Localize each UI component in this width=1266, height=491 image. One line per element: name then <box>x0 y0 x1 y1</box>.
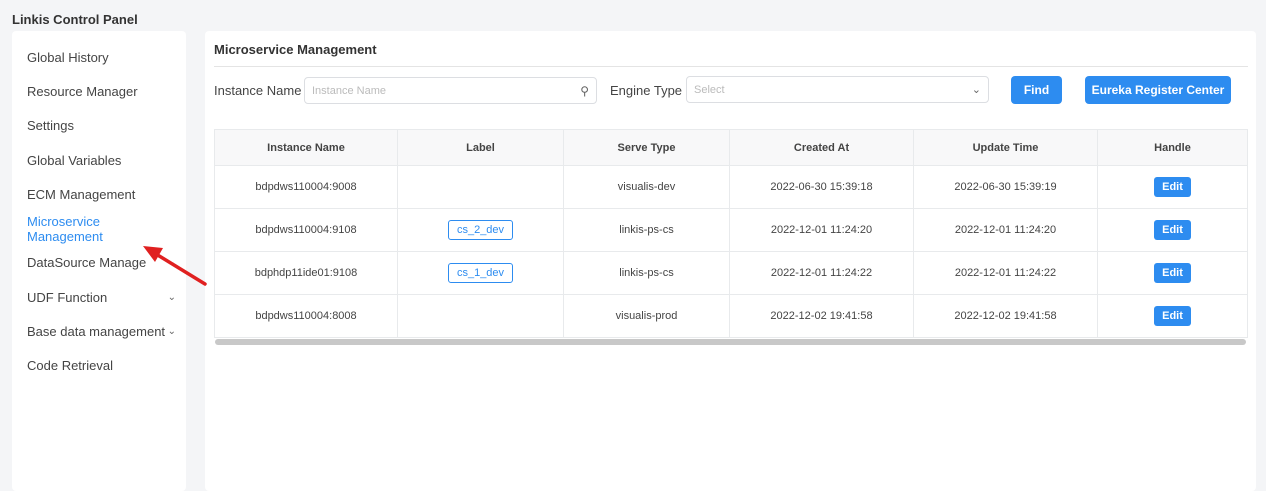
serve-type-cell: visualis-prod <box>563 294 730 338</box>
instance-name-placeholder: Instance Name <box>312 84 386 97</box>
label-cell <box>397 165 564 209</box>
label-tag: cs_1_dev <box>447 263 514 283</box>
column-header: Serve Type <box>563 129 730 166</box>
sidebar-item-microservice-management[interactable]: Microservice Management <box>12 211 186 245</box>
main-panel: Microservice Management Instance Name In… <box>205 31 1256 491</box>
update-time-cell: 2022-12-02 19:41:58 <box>913 294 1098 338</box>
label-tag: cs_2_dev <box>447 220 514 240</box>
instance-name-cell: bdpdws110004:9008 <box>214 165 398 209</box>
table-row: bdphdp11ide01:9108 cs_1_dev linkis-ps-cs… <box>214 251 1248 295</box>
label-cell: cs_2_dev <box>397 208 564 252</box>
sidebar-item-udf-function[interactable]: UDF Function ⌄ <box>12 280 186 314</box>
sidebar-item-datasource-manage[interactable]: DataSource Manage ⌄ <box>12 246 186 280</box>
table-row: bdpdws110004:8008 visualis-prod 2022-12-… <box>214 294 1248 338</box>
update-time-cell: 2022-12-01 11:24:20 <box>913 208 1098 252</box>
sidebar-item-ecm-management[interactable]: ECM Management <box>12 177 186 211</box>
eureka-register-center-button[interactable]: Eureka Register Center <box>1085 76 1231 104</box>
table-row: bdpdws110004:9108 cs_2_dev linkis-ps-cs … <box>214 208 1248 252</box>
created-at-cell: 2022-06-30 15:39:18 <box>729 165 914 209</box>
chevron-down-icon: ⌄ <box>167 291 176 303</box>
label-cell: cs_1_dev <box>397 251 564 295</box>
created-at-cell: 2022-12-01 11:24:22 <box>729 251 914 295</box>
instance-name-input[interactable]: Instance Name ⚲ <box>304 77 597 104</box>
created-at-cell: 2022-12-01 11:24:20 <box>729 208 914 252</box>
edit-button[interactable]: Edit <box>1154 306 1191 326</box>
instance-name-cell: bdphdp11ide01:9108 <box>214 251 398 295</box>
chevron-down-icon: ⌄ <box>971 84 981 96</box>
table-row: bdpdws110004:9008 visualis-dev 2022-06-3… <box>214 165 1248 209</box>
chevron-down-icon: ⌄ <box>167 326 176 338</box>
engine-type-label: Engine Type <box>610 83 683 98</box>
edit-button[interactable]: Edit <box>1154 220 1191 240</box>
serve-type-cell: visualis-dev <box>563 165 730 209</box>
sidebar-item-code-retrieval[interactable]: Code Retrieval <box>12 349 186 383</box>
sidebar-item-label: Microservice Management <box>27 213 103 244</box>
page-title: Microservice Management <box>214 42 377 57</box>
update-time-cell: 2022-06-30 15:39:19 <box>913 165 1098 209</box>
handle-cell: Edit <box>1097 251 1248 295</box>
edit-button[interactable]: Edit <box>1154 263 1191 283</box>
column-header: Created At <box>729 129 914 166</box>
serve-type-cell: linkis-ps-cs <box>563 208 730 252</box>
instance-table: Instance Name Label Serve Type Created At Up… <box>214 129 1248 338</box>
label-cell <box>397 294 564 338</box>
handle-cell: Edit <box>1097 294 1248 338</box>
sidebar-item-label: Base data management <box>27 324 166 340</box>
horizontal-scrollbar[interactable] <box>215 339 1246 345</box>
serve-type-cell: linkis-ps-cs <box>563 251 730 295</box>
chevron-down-icon: ⌄ <box>167 257 176 269</box>
app-title: Linkis Control Panel <box>12 12 138 27</box>
update-time-cell: 2022-12-01 11:24:22 <box>913 251 1098 295</box>
instance-name-cell: bdpdws110004:9108 <box>214 208 398 252</box>
engine-type-placeholder: Select <box>694 83 725 96</box>
sidebar-item-label: Settings <box>27 118 74 134</box>
created-at-cell: 2022-12-02 19:41:58 <box>729 294 914 338</box>
sidebar-item-label: Global Variables <box>27 152 122 168</box>
sidebar-item-settings[interactable]: Settings <box>12 109 186 143</box>
sidebar-item-label: UDF Function <box>27 289 108 305</box>
sidebar: Global History Resource Manager Settings Gl… <box>12 31 186 491</box>
column-header: Handle <box>1097 129 1248 166</box>
sidebar-item-global-variables[interactable]: Global Variables <box>12 143 186 177</box>
sidebar-item-global-history[interactable]: Global History <box>12 40 186 74</box>
column-header: Label <box>397 129 564 166</box>
sidebar-item-base-data-management[interactable]: Base data management ⌄ <box>12 314 186 348</box>
instance-name-label: Instance Name <box>214 83 302 98</box>
sidebar-item-label: DataSource Manage <box>27 255 147 271</box>
sidebar-item-label: Resource Manager <box>27 83 138 99</box>
edit-button[interactable]: Edit <box>1154 177 1191 197</box>
sidebar-item-label: ECM Management <box>27 186 136 202</box>
handle-cell: Edit <box>1097 208 1248 252</box>
sidebar-item-resource-manager[interactable]: Resource Manager <box>12 74 186 108</box>
instance-name-cell: bdpdws110004:8008 <box>214 294 398 338</box>
column-header: Update Time <box>913 129 1098 166</box>
sidebar-item-label: Code Retrieval <box>27 358 113 374</box>
column-header: Instance Name <box>214 129 398 166</box>
search-icon[interactable]: ⚲ <box>580 84 589 98</box>
divider <box>214 66 1248 67</box>
find-button[interactable]: Find <box>1011 76 1062 104</box>
handle-cell: Edit <box>1097 165 1248 209</box>
sidebar-item-label: Global History <box>27 49 109 65</box>
engine-type-select[interactable]: Select ⌄ <box>686 76 989 103</box>
